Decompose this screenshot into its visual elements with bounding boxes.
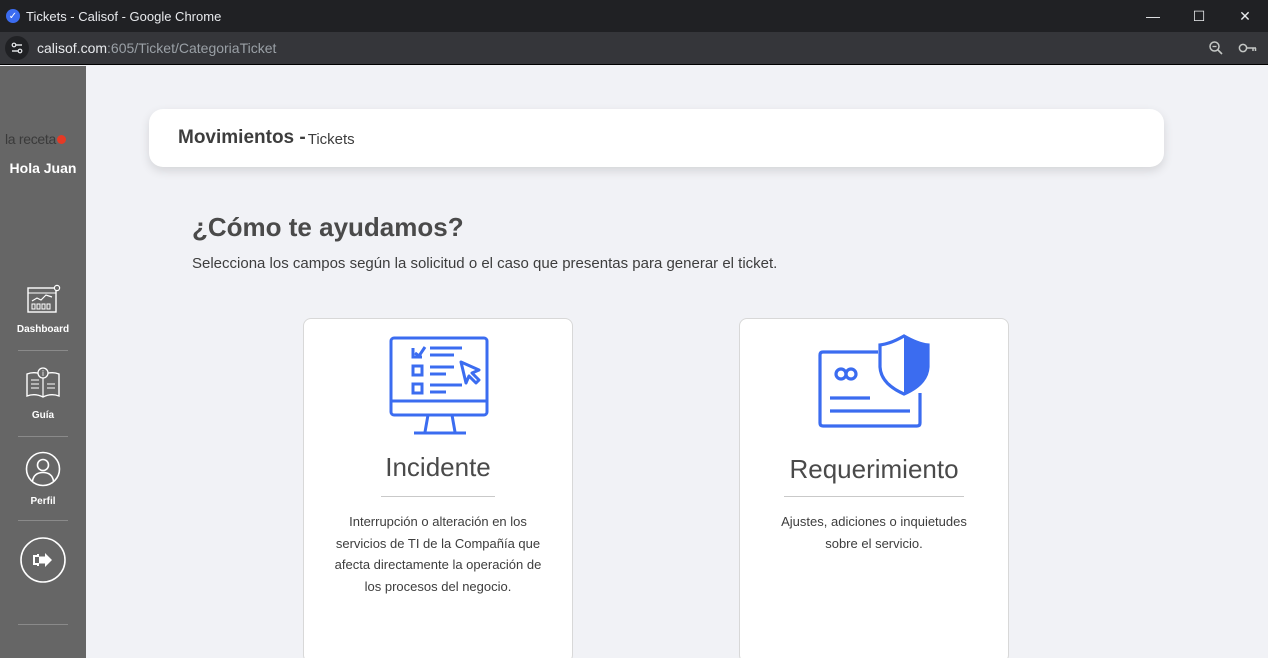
- password-key-icon[interactable]: [1238, 38, 1258, 58]
- svg-text:i: i: [42, 369, 44, 378]
- sidebar-divider: [18, 350, 68, 351]
- window-title: Tickets - Calisof - Google Chrome: [26, 8, 222, 24]
- guide-book-icon: i: [26, 367, 60, 398]
- page-header: Movimientos - Tickets: [149, 109, 1164, 167]
- sidebar-divider: [18, 520, 68, 521]
- sidebar: la receta Hola Juan Dashboard i Guía Per…: [0, 66, 86, 658]
- monitor-checklist-icon: [389, 336, 489, 435]
- sidebar-item-label: Guía: [31, 410, 55, 421]
- card-divider: [381, 496, 495, 497]
- card-title: Incidente: [385, 452, 491, 482]
- address-bar[interactable]: calisof.com:605/Ticket/CategoriaTicket: [0, 32, 1268, 65]
- help-subtitle: Selecciona los campos según la solicitud…: [192, 255, 778, 272]
- card-description: Interrupción o alteración en los servici…: [334, 514, 542, 594]
- card-title: Requerimiento: [789, 454, 959, 484]
- minimize-button[interactable]: —: [1130, 0, 1176, 32]
- site-info-icon[interactable]: [5, 36, 29, 60]
- incident-card[interactable]: Incidente Interrupción o alteración en l…: [303, 318, 573, 658]
- browser-titlebar: ✓ Tickets - Calisof - Google Chrome — ☐ …: [0, 0, 1268, 32]
- sidebar-item-logout[interactable]: [0, 536, 86, 589]
- logout-icon: [20, 537, 66, 583]
- sidebar-divider: [18, 624, 68, 625]
- maximize-button[interactable]: ☐: [1176, 0, 1222, 32]
- sidebar-divider: [18, 436, 68, 437]
- url-text[interactable]: calisof.com:605/Ticket/CategoriaTicket: [37, 40, 276, 56]
- app-favicon-icon: ✓: [6, 9, 20, 23]
- sidebar-item-dashboard[interactable]: Dashboard: [0, 284, 86, 335]
- greeting-text: Hola Juan: [9, 160, 77, 176]
- sidebar-item-guia[interactable]: i Guía: [0, 366, 86, 421]
- logo-tomato-icon: [57, 135, 66, 144]
- card-divider: [784, 496, 964, 497]
- page-title: Movimientos -: [178, 127, 306, 148]
- help-title: ¿Cómo te ayudamos?: [192, 212, 464, 242]
- requirement-card[interactable]: Requerimiento Ajustes, adiciones o inqui…: [739, 318, 1009, 658]
- close-window-button[interactable]: ✕: [1222, 0, 1268, 32]
- dashboard-icon: [27, 284, 61, 313]
- card-description: Ajustes, adiciones o inquietudes sobre e…: [781, 514, 967, 551]
- zoom-icon[interactable]: [1206, 38, 1226, 58]
- card-shield-icon: [818, 334, 930, 428]
- sidebar-item-perfil[interactable]: Perfil: [0, 450, 86, 507]
- brand-logo: la receta: [5, 131, 66, 147]
- sidebar-item-label: Dashboard: [16, 324, 70, 335]
- page-subtitle: Tickets: [307, 131, 355, 148]
- profile-icon: [25, 451, 61, 487]
- sidebar-item-label: Perfil: [30, 496, 56, 507]
